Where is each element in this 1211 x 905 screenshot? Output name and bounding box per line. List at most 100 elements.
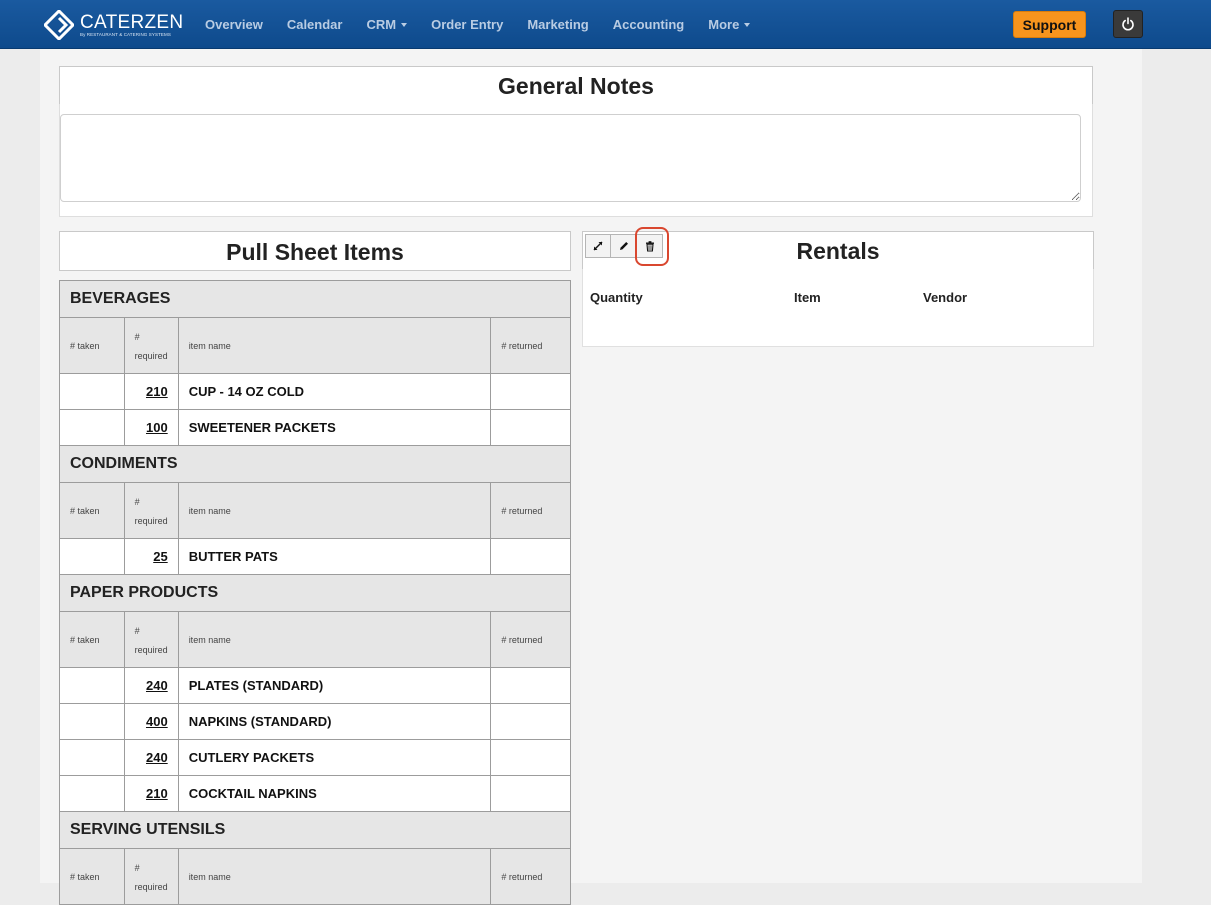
required-qty-link[interactable]: 210 — [146, 384, 168, 399]
nav-calendar[interactable]: Calendar — [287, 17, 343, 32]
trash-icon — [645, 241, 654, 252]
category-row: SERVING UTENSILS — [59, 811, 571, 849]
col-required: # required — [123, 317, 179, 374]
col-taken: # taken — [59, 611, 125, 668]
nav-crm[interactable]: CRM — [366, 17, 408, 32]
category-row: PAPER PRODUCTS — [59, 574, 571, 612]
required-cell: 210 — [123, 373, 179, 410]
table-row: 210 CUP - 14 OZ COLD — [59, 373, 571, 410]
brand-tagline: By RESTAURANT & CATERING SYSTEMS — [80, 31, 171, 37]
returned-cell[interactable] — [490, 775, 571, 812]
required-qty-link[interactable]: 25 — [153, 549, 167, 564]
caterzen-logo[interactable]: CATERZEN By RESTAURANT & CATERING SYSTEM… — [44, 9, 183, 41]
table-row: 25 BUTTER PATS — [59, 538, 571, 575]
power-icon — [1122, 17, 1134, 31]
col-returned: # returned — [490, 611, 571, 668]
brand-name: CATERZEN — [80, 11, 184, 33]
col-required: # required — [123, 848, 179, 905]
nav-overview[interactable]: Overview — [205, 17, 263, 32]
pull-sheet-table: BEVERAGES # taken # required item name # … — [59, 280, 571, 905]
expand-button[interactable] — [585, 234, 611, 258]
taken-cell[interactable] — [59, 703, 125, 740]
main-nav: Overview Calendar CRM Order Entry Market… — [205, 0, 774, 49]
item-name: SWEETENER PACKETS — [177, 409, 492, 446]
logout-button[interactable] — [1113, 10, 1143, 38]
category-row: CONDIMENTS — [59, 445, 571, 483]
column-header-row: # taken # required item name # returned — [59, 611, 571, 668]
item-name: PLATES (STANDARD) — [177, 667, 492, 704]
returned-cell[interactable] — [490, 703, 571, 740]
caret-down-icon — [401, 22, 408, 27]
general-notes-title: General Notes — [59, 66, 1093, 105]
nav-marketing[interactable]: Marketing — [527, 17, 588, 32]
table-row: 240 PLATES (STANDARD) — [59, 667, 571, 704]
required-cell: 240 — [123, 667, 179, 704]
table-row: 210 COCKTAIL NAPKINS — [59, 775, 571, 812]
category-name: PAPER PRODUCTS — [59, 574, 571, 612]
taken-cell[interactable] — [59, 409, 125, 446]
expand-icon — [593, 241, 603, 251]
nav-accounting[interactable]: Accounting — [613, 17, 685, 32]
category-name: SERVING UTENSILS — [59, 811, 571, 849]
taken-cell[interactable] — [59, 538, 125, 575]
item-name: CUP - 14 OZ COLD — [177, 373, 492, 410]
table-row: 240 CUTLERY PACKETS — [59, 739, 571, 776]
col-taken: # taken — [59, 317, 125, 374]
item-name: NAPKINS (STANDARD) — [177, 703, 492, 740]
category-name: BEVERAGES — [59, 280, 571, 318]
table-row: 100 SWEETENER PACKETS — [59, 409, 571, 446]
item-name: COCKTAIL NAPKINS — [177, 775, 492, 812]
returned-cell[interactable] — [490, 373, 571, 410]
required-qty-link[interactable]: 100 — [146, 420, 168, 435]
category-row: BEVERAGES — [59, 280, 571, 318]
taken-cell[interactable] — [59, 775, 125, 812]
caret-down-icon — [744, 22, 751, 27]
edit-button[interactable] — [611, 234, 637, 258]
rentals-toolbar — [585, 234, 663, 258]
col-item-name: item name — [177, 317, 492, 374]
required-qty-link[interactable]: 400 — [146, 714, 168, 729]
col-required: # required — [123, 482, 179, 539]
returned-cell[interactable] — [490, 739, 571, 776]
taken-cell[interactable] — [59, 739, 125, 776]
column-header-row: # taken # required item name # returned — [59, 848, 571, 905]
col-taken: # taken — [59, 848, 125, 905]
col-item-name: item name — [177, 482, 492, 539]
required-cell: 210 — [123, 775, 179, 812]
required-qty-link[interactable]: 240 — [146, 750, 168, 765]
taken-cell[interactable] — [59, 667, 125, 704]
col-required: # required — [123, 611, 179, 668]
rentals-col-vendor: Vendor — [923, 290, 968, 305]
taken-cell[interactable] — [59, 373, 125, 410]
nav-order-entry[interactable]: Order Entry — [431, 17, 503, 32]
required-cell: 100 — [123, 409, 179, 446]
required-cell: 25 — [123, 538, 179, 575]
col-returned: # returned — [490, 848, 571, 905]
top-navbar: CATERZEN By RESTAURANT & CATERING SYSTEM… — [0, 0, 1211, 49]
col-returned: # returned — [490, 482, 571, 539]
table-row: 400 NAPKINS (STANDARD) — [59, 703, 571, 740]
returned-cell[interactable] — [490, 538, 571, 575]
required-qty-link[interactable]: 240 — [146, 678, 168, 693]
pull-sheet-title: Pull Sheet Items — [59, 231, 571, 271]
required-cell: 400 — [123, 703, 179, 740]
support-button[interactable]: Support — [1013, 11, 1086, 38]
col-item-name: item name — [177, 611, 492, 668]
caterzen-logo-icon — [44, 10, 74, 40]
rentals-panel — [582, 269, 1094, 347]
general-notes-textarea[interactable] — [60, 114, 1081, 202]
returned-cell[interactable] — [490, 409, 571, 446]
delete-button[interactable] — [637, 234, 663, 258]
item-name: CUTLERY PACKETS — [177, 739, 492, 776]
category-name: CONDIMENTS — [59, 445, 571, 483]
returned-cell[interactable] — [490, 667, 571, 704]
col-taken: # taken — [59, 482, 125, 539]
col-returned: # returned — [490, 317, 571, 374]
rentals-col-item: Item — [794, 290, 821, 305]
nav-more[interactable]: More — [708, 17, 751, 32]
pencil-icon — [619, 242, 628, 250]
required-qty-link[interactable]: 210 — [146, 786, 168, 801]
column-header-row: # taken # required item name # returned — [59, 482, 571, 539]
col-item-name: item name — [177, 848, 492, 905]
rentals-col-quantity: Quantity — [590, 290, 643, 305]
